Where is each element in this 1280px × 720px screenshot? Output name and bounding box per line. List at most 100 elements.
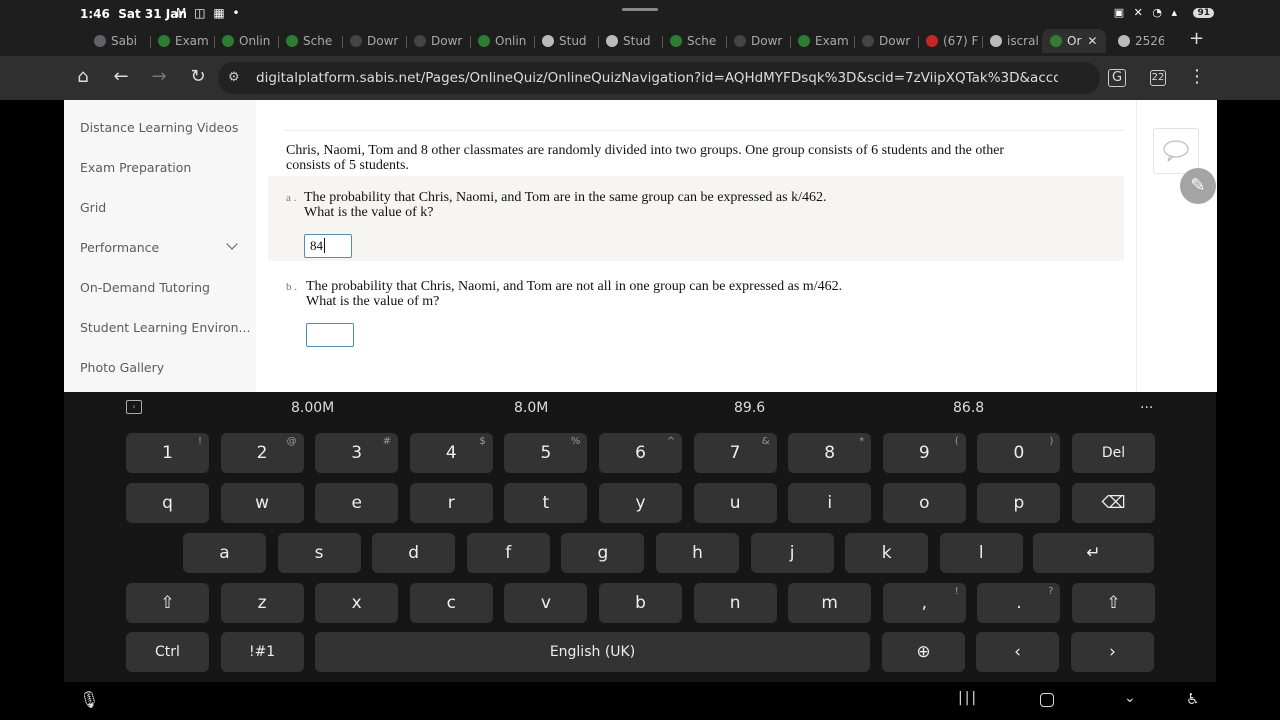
menu-icon[interactable]: ⋮ <box>1186 66 1208 88</box>
key-r[interactable]: r <box>409 483 493 523</box>
key-p[interactable]: p <box>977 483 1061 523</box>
sidebar-item-distance-learning[interactable]: Distance Learning Videos <box>80 120 238 135</box>
key-l[interactable]: l <box>939 533 1023 573</box>
pencil-icon[interactable]: ✎ <box>1180 168 1216 204</box>
key-symbols[interactable]: !#1 <box>220 632 304 672</box>
suggestion-4[interactable]: 86.8 <box>953 400 984 416</box>
key-1[interactable]: 1! <box>126 433 209 473</box>
key-2[interactable]: 2 @ <box>220 433 304 473</box>
cursor-left-icon[interactable]: ‹ <box>976 632 1059 672</box>
sidebar-item-learning-environment[interactable]: Student Learning Environ... <box>80 320 250 335</box>
key-3[interactable]: 3 # <box>315 433 399 473</box>
browser-tab[interactable]: (67) F <box>926 29 978 53</box>
key-0[interactable]: 0) <box>977 433 1061 473</box>
key-f[interactable]: f <box>466 533 550 573</box>
shift-right-icon[interactable]: ⇧ <box>1072 583 1155 623</box>
key-9[interactable]: 9( <box>882 433 966 473</box>
sidebar-item-performance[interactable]: Performance <box>80 240 159 255</box>
key-z[interactable]: z <box>220 583 304 623</box>
enter-icon[interactable]: ↵ <box>1033 533 1154 573</box>
browser-tab[interactable]: Dowr <box>862 29 914 53</box>
key-w[interactable]: w <box>220 483 304 523</box>
key-s[interactable]: s <box>277 533 361 573</box>
sidebar-item-exam-preparation[interactable]: Exam Preparation <box>80 160 191 175</box>
browser-tab[interactable]: iscral <box>990 29 1042 53</box>
suggestion-3[interactable]: 89.6 <box>734 400 765 416</box>
more-suggestions-icon[interactable]: ··· <box>1140 400 1153 416</box>
key-d[interactable]: d <box>372 533 456 573</box>
home-icon[interactable]: ⌂ <box>72 66 94 88</box>
key-v[interactable]: v <box>504 583 588 623</box>
globe-icon[interactable]: ⊕ <box>882 632 965 672</box>
keyboard-toolbar-icon[interactable]: ‹ <box>126 400 142 414</box>
recent-apps-button[interactable]: ||| <box>958 690 978 706</box>
forward-icon[interactable]: → <box>148 66 170 88</box>
key-c[interactable]: c <box>409 583 493 623</box>
sidebar-item-photo-gallery[interactable]: Photo Gallery <box>80 360 164 375</box>
suggestion-2[interactable]: 8.0M <box>514 400 548 416</box>
back-icon[interactable]: ← <box>110 66 132 88</box>
site-settings-icon[interactable]: ⚙ <box>228 70 240 85</box>
browser-tab[interactable]: Onlin <box>478 29 530 53</box>
spacebar[interactable]: English (UK) <box>315 632 870 672</box>
key-period[interactable]: .? <box>977 583 1061 623</box>
key-4[interactable]: 4 $ <box>409 433 493 473</box>
browser-tab[interactable]: Onlin <box>222 29 274 53</box>
browser-tab[interactable]: Or ✕ <box>1042 29 1106 53</box>
shift-left-icon[interactable]: ⇧ <box>126 583 209 623</box>
browser-tab[interactable]: Exam <box>798 29 850 53</box>
key-y[interactable]: y <box>599 483 682 523</box>
url-text[interactable]: digitalplatform.sabis.net/Pages/OnlineQu… <box>256 70 1058 86</box>
key-x[interactable]: x <box>315 583 399 623</box>
home-button[interactable] <box>1040 693 1054 707</box>
key-e[interactable]: e <box>315 483 399 523</box>
key-i[interactable]: i <box>788 483 872 523</box>
key-comma[interactable]: ,! <box>882 583 966 623</box>
chat-button[interactable] <box>1153 128 1199 174</box>
sidebar-item-grid[interactable]: Grid <box>80 200 106 215</box>
key-t[interactable]: t <box>504 483 588 523</box>
key-k[interactable]: k <box>845 533 929 573</box>
browser-tab[interactable]: Dowr <box>734 29 786 53</box>
browser-tab[interactable]: Sche <box>670 29 722 53</box>
browser-tab[interactable]: Sabi <box>94 29 146 53</box>
chevron-down-icon[interactable] <box>226 238 238 250</box>
tab-switcher-button[interactable]: 22 <box>1150 70 1166 86</box>
key-h[interactable]: h <box>656 533 739 573</box>
key-8[interactable]: 8 * <box>788 433 872 473</box>
backspace-icon[interactable]: ⌫ <box>1072 483 1155 523</box>
key-b[interactable]: b <box>599 583 682 623</box>
browser-tab[interactable]: Exam <box>158 29 210 53</box>
answer-input-b[interactable] <box>306 323 354 347</box>
browser-tab[interactable]: Dowr <box>414 29 466 53</box>
key-7[interactable]: 7 & <box>693 433 777 473</box>
browser-tab[interactable]: 2526 <box>1118 29 1164 53</box>
answer-input-a[interactable]: 84 <box>304 234 352 258</box>
key-a[interactable]: a <box>183 533 266 573</box>
key-ctrl[interactable]: Ctrl <box>126 632 209 672</box>
browser-tab[interactable]: Stud <box>606 29 658 53</box>
microphone-icon[interactable]: 🎙 <box>79 690 99 709</box>
browser-tab[interactable]: Sche <box>286 29 338 53</box>
key-6[interactable]: 6 ^ <box>599 433 682 473</box>
multitask-handle[interactable] <box>622 8 658 11</box>
key-g[interactable]: g <box>561 533 645 573</box>
cursor-right-icon[interactable]: › <box>1071 632 1154 672</box>
suggestion-1[interactable]: 8.00M <box>291 400 334 416</box>
key-q[interactable]: q <box>126 483 209 523</box>
key-m[interactable]: m <box>788 583 872 623</box>
key-j[interactable]: j <box>750 533 834 573</box>
browser-tab[interactable]: Dowr <box>350 29 402 53</box>
key-o[interactable]: o <box>882 483 966 523</box>
hide-keyboard-button[interactable]: ⌄ <box>1124 690 1136 706</box>
translate-icon[interactable]: G <box>1108 69 1126 87</box>
accessibility-icon[interactable]: ♿ <box>1186 690 1199 708</box>
close-tab-icon[interactable]: ✕ <box>1087 34 1097 48</box>
sidebar-item-tutoring[interactable]: On-Demand Tutoring <box>80 280 210 295</box>
key-del[interactable]: Del <box>1072 433 1155 473</box>
new-tab-button[interactable]: + <box>1189 28 1204 49</box>
key-5[interactable]: 5% <box>504 433 588 473</box>
reload-icon[interactable]: ↻ <box>187 66 209 88</box>
key-u[interactable]: u <box>693 483 777 523</box>
browser-tab[interactable]: Stud <box>542 29 594 53</box>
